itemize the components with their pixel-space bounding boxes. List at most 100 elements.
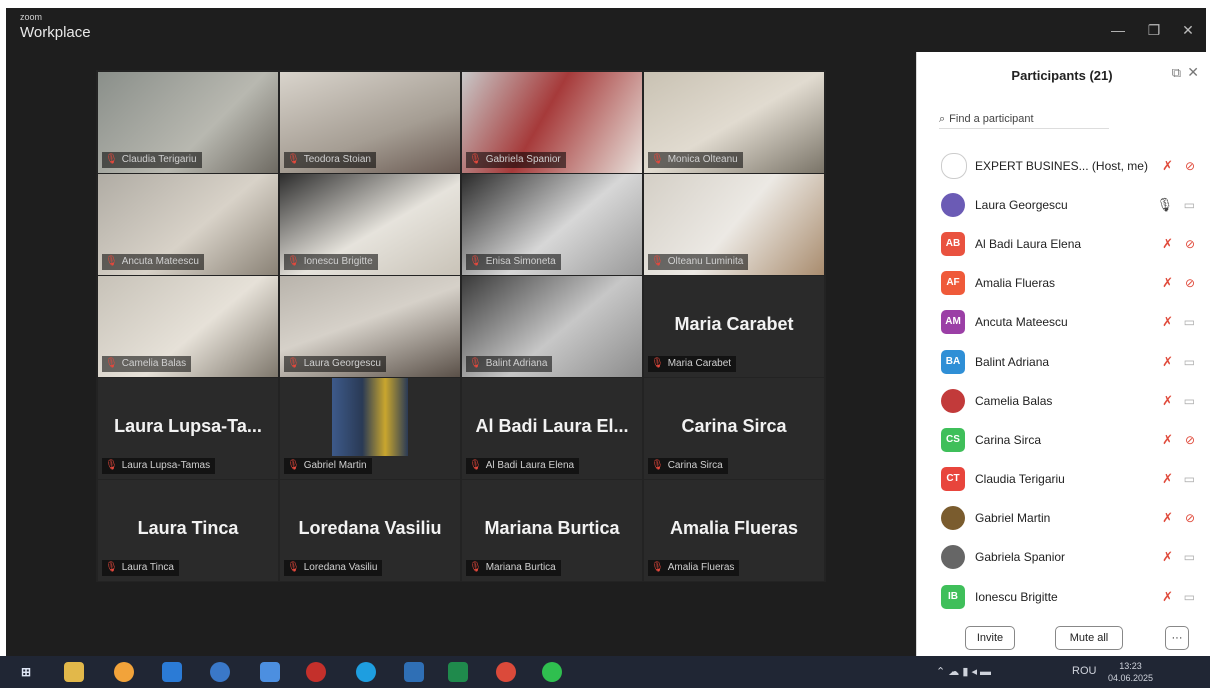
video-tile[interactable]: 🎙 Enisa Simoneta: [462, 174, 642, 275]
camera-on-icon[interactable]: ▭: [1184, 355, 1195, 369]
camera-on-icon[interactable]: ▭: [1184, 590, 1195, 604]
zoom-window: zoom Workplace — ❐ ✕ 🎙 Claudia Terigariu 🎙…: [6, 8, 1206, 660]
whatsapp-icon[interactable]: [542, 662, 562, 682]
zoom-taskbar-icon[interactable]: [260, 662, 280, 682]
mic-muted-icon[interactable]: ✗: [1162, 432, 1173, 448]
mic-muted-icon[interactable]: ✗: [1162, 275, 1173, 291]
search-input[interactable]: Find a participant: [949, 113, 1033, 125]
participant-row[interactable]: BA Balint Adriana ✗ ▭: [917, 342, 1206, 381]
video-tile[interactable]: 🎙 Claudia Terigariu: [98, 72, 278, 173]
mic-on-icon[interactable]: 🎙: [1156, 197, 1173, 213]
video-tile[interactable]: Mariana Burtica 🎙 Mariana Burtica: [462, 480, 642, 581]
file-explorer-icon[interactable]: [64, 662, 84, 682]
muted-mic-icon: 🎙: [651, 256, 664, 267]
camera-on-icon[interactable]: ▭: [1184, 550, 1195, 564]
camera-off-icon[interactable]: ⊘: [1185, 159, 1195, 173]
video-tile[interactable]: 🎙 Laura Georgescu: [280, 276, 460, 377]
video-tile[interactable]: 🎙 Ancuta Mateescu: [98, 174, 278, 275]
outlook-icon[interactable]: [162, 662, 182, 682]
participant-avatar: CT: [941, 467, 965, 492]
video-tile[interactable]: Maria Carabet 🎙 Maria Carabet: [644, 276, 824, 377]
mic-muted-icon[interactable]: ✗: [1162, 549, 1173, 565]
camera-off-icon[interactable]: ⊘: [1185, 237, 1195, 251]
word-icon[interactable]: [404, 662, 424, 682]
participant-row[interactable]: Laura Georgescu 🎙 ▭: [917, 185, 1206, 224]
participant-row[interactable]: EXPERT BUSINES... (Host, me) ✗ ⊘: [917, 146, 1206, 185]
participant-row[interactable]: CS Carina Sirca ✗ ⊘: [917, 420, 1206, 459]
video-tile[interactable]: Loredana Vasiliu 🎙 Loredana Vasiliu: [280, 480, 460, 581]
mute-all-button[interactable]: Mute all: [1055, 626, 1123, 650]
mic-muted-icon[interactable]: ✗: [1162, 354, 1173, 370]
tile-name-bar: 🎙 Maria Carabet: [648, 356, 737, 372]
tile-name-label: Teodora Stoian: [303, 154, 371, 165]
tray-icons[interactable]: ⌃ ☁ ▮ ◂ ▬: [936, 665, 991, 678]
muted-mic-icon: 🎙: [651, 562, 664, 573]
edge-icon[interactable]: [356, 662, 376, 682]
video-tile[interactable]: 🎙 Gabriel Martin: [280, 378, 460, 479]
participant-name: Claudia Terigariu: [975, 472, 1065, 487]
camera-on-icon[interactable]: ▭: [1184, 472, 1195, 486]
minimize-button[interactable]: —: [1104, 20, 1132, 40]
participant-row[interactable]: AB Al Badi Laura Elena ✗ ⊘: [917, 224, 1206, 263]
camera-on-icon[interactable]: ▭: [1184, 394, 1195, 408]
video-tile[interactable]: Amalia Flueras 🎙 Amalia Flueras: [644, 480, 824, 581]
mic-muted-icon[interactable]: ✗: [1162, 510, 1173, 526]
camera-on-icon[interactable]: ▭: [1184, 198, 1195, 212]
participant-row[interactable]: Gabriela Spanior ✗ ▭: [917, 538, 1206, 577]
muted-mic-icon: 🎙: [469, 358, 482, 369]
participant-search[interactable]: ⌕ Find a participant: [939, 110, 1109, 129]
invite-button[interactable]: Invite: [965, 626, 1015, 650]
video-tile[interactable]: 🎙 Olteanu Luminita: [644, 174, 824, 275]
participant-row[interactable]: IB Ionescu Brigitte ✗ ▭: [917, 577, 1206, 616]
tile-name-label: Loredana Vasiliu: [303, 562, 378, 573]
participant-row[interactable]: Camelia Balas ✗ ▭: [917, 381, 1206, 420]
camera-on-icon[interactable]: ▭: [1184, 315, 1195, 329]
video-tile[interactable]: Al Badi Laura El... 🎙 Al Badi Laura Elena: [462, 378, 642, 479]
media-icon[interactable]: [306, 662, 326, 682]
video-tile[interactable]: Laura Lupsa-Ta... 🎙 Laura Lupsa-Tamas: [98, 378, 278, 479]
video-tile[interactable]: Laura Tinca 🎙 Laura Tinca: [98, 480, 278, 581]
mic-muted-icon[interactable]: ✗: [1162, 314, 1173, 330]
video-tile[interactable]: 🎙 Monica Olteanu: [644, 72, 824, 173]
mic-muted-icon[interactable]: ✗: [1162, 236, 1173, 252]
muted-mic-icon: 🎙: [469, 154, 482, 165]
video-tile[interactable]: 🎙 Balint Adriana: [462, 276, 642, 377]
close-panel-icon[interactable]: ✕: [1187, 64, 1199, 81]
mic-muted-icon[interactable]: ✗: [1162, 158, 1173, 174]
start-icon[interactable]: ⊞: [16, 662, 36, 682]
mic-muted-icon[interactable]: ✗: [1162, 589, 1173, 605]
video-tile[interactable]: 🎙 Ionescu Brigitte: [280, 174, 460, 275]
camera-off-icon[interactable]: ⊘: [1185, 511, 1195, 525]
language-indicator[interactable]: ROU: [1072, 665, 1096, 677]
participant-row[interactable]: CT Claudia Terigariu ✗ ▭: [917, 460, 1206, 499]
maximize-button[interactable]: ❐: [1140, 20, 1168, 40]
browser-icon[interactable]: [114, 662, 134, 682]
panel-footer: Invite Mute all ···: [917, 626, 1206, 650]
clock-time: 13:23: [1119, 661, 1142, 671]
tile-name-label: Camelia Balas: [121, 358, 187, 369]
app-c-icon[interactable]: [210, 662, 230, 682]
participant-row[interactable]: Gabriel Martin ✗ ⊘: [917, 499, 1206, 538]
tile-name-bar: 🎙 Mariana Burtica: [466, 560, 561, 576]
mic-muted-icon[interactable]: ✗: [1162, 393, 1173, 409]
participant-list: EXPERT BUSINES... (Host, me) ✗ ⊘ Laura Geor…: [917, 146, 1206, 616]
clock[interactable]: 13:23 04.06.2025: [1108, 660, 1153, 684]
participant-row[interactable]: AF Amalia Flueras ✗ ⊘: [917, 264, 1206, 303]
excel-icon[interactable]: [448, 662, 468, 682]
tile-name-bar: 🎙 Carina Sirca: [648, 458, 728, 474]
participant-row[interactable]: AM Ancuta Mateescu ✗ ▭: [917, 303, 1206, 342]
camera-off-icon[interactable]: ⊘: [1185, 276, 1195, 290]
video-tile[interactable]: 🎙 Camelia Balas: [98, 276, 278, 377]
video-tile[interactable]: 🎙 Gabriela Spanior: [462, 72, 642, 173]
camera-off-icon[interactable]: ⊘: [1185, 433, 1195, 447]
tile-display-name: Amalia Flueras: [669, 518, 799, 538]
participant-avatar: AM: [941, 310, 965, 335]
participant-name: Balint Adriana: [975, 354, 1050, 369]
more-options-button[interactable]: ···: [1165, 626, 1189, 650]
popout-icon[interactable]: ⧉: [1172, 65, 1181, 81]
video-tile[interactable]: Carina Sirca 🎙 Carina Sirca: [644, 378, 824, 479]
video-tile[interactable]: 🎙 Teodora Stoian: [280, 72, 460, 173]
close-window-button[interactable]: ✕: [1174, 20, 1202, 40]
mic-muted-icon[interactable]: ✗: [1162, 471, 1173, 487]
chrome-icon[interactable]: [496, 662, 516, 682]
